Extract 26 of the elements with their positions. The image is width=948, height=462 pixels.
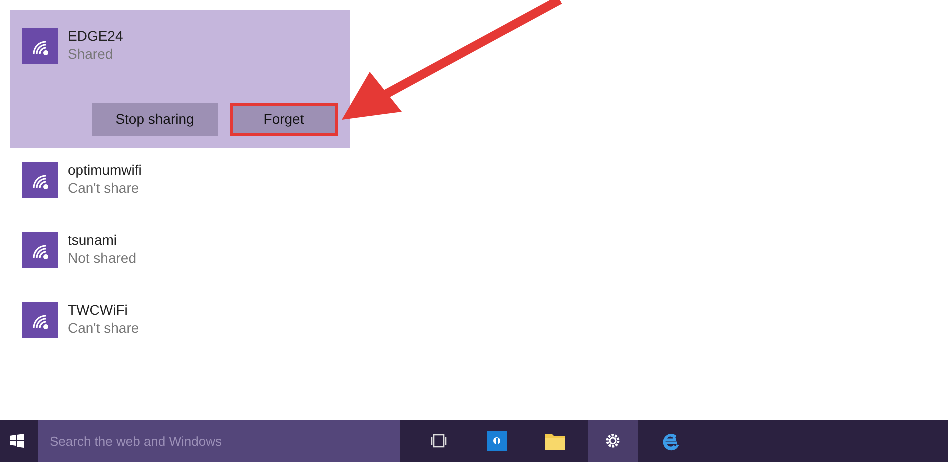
network-card[interactable]: EDGE24 Shared Stop sharing Forget xyxy=(10,10,350,148)
browser-icon[interactable] xyxy=(661,431,681,451)
network-status: Can't share xyxy=(68,180,140,197)
network-name: EDGE24 xyxy=(68,28,124,46)
network-item[interactable]: optimumwifi Can't share xyxy=(10,156,350,226)
network-status: Shared xyxy=(68,46,114,63)
network-status: Not shared xyxy=(68,250,136,267)
wifi-icon xyxy=(22,232,58,268)
wifi-icon xyxy=(22,162,58,198)
network-item[interactable]: tsunami Not shared xyxy=(10,226,350,296)
taskbar-app[interactable] xyxy=(588,420,638,462)
wifi-icon xyxy=(22,302,58,338)
network-status: Can't share xyxy=(68,320,140,337)
stop-sharing-button[interactable]: Stop sharing xyxy=(92,103,218,136)
settings-icon[interactable] xyxy=(605,433,621,449)
task-view-icon[interactable] xyxy=(431,434,447,448)
folder-icon[interactable] xyxy=(545,432,565,450)
wifi-icon xyxy=(22,28,58,64)
network-name: optimumwifi xyxy=(68,162,142,180)
store-icon[interactable] xyxy=(487,431,507,451)
start-icon[interactable] xyxy=(10,434,24,448)
network-name: TWCWiFi xyxy=(68,302,129,320)
network-name: tsunami xyxy=(68,232,118,250)
search-field[interactable]: Search the web and Windows xyxy=(38,420,400,462)
forget-button[interactable]: Forget xyxy=(230,103,338,136)
network-item[interactable]: TWCWiFi Can't share xyxy=(10,296,350,366)
